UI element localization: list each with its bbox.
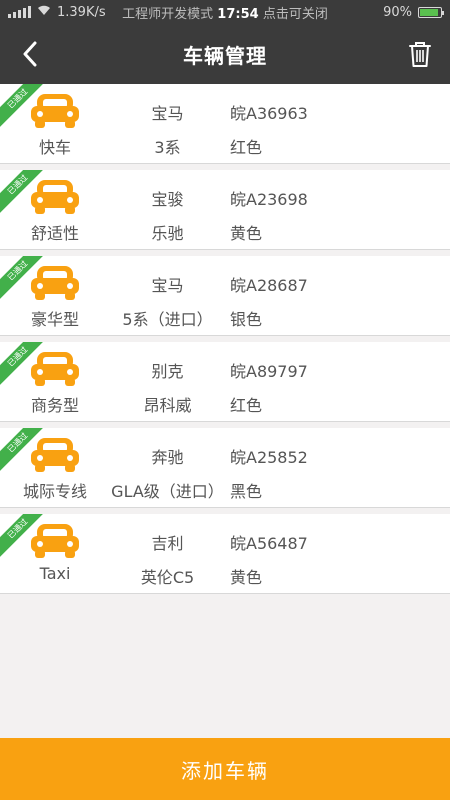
vehicle-plate: 皖A25852 [230,448,308,467]
chevron-left-icon [23,41,37,67]
vehicle-type: 快车 [38,138,71,157]
vehicle-model: 3系 [154,138,181,157]
vehicle-list: 已通过 快车 宝马 3系 皖A36963 红色 已通过 舒适性 宝骏 乐驰 皖A… [0,84,450,600]
close-hint[interactable]: 点击可关闭 [263,7,328,22]
vehicle-brand: 奔驰 [151,448,184,467]
vehicle-brand: 宝马 [151,276,184,295]
vehicle-plate: 皖A89797 [230,362,308,381]
car-icon [31,352,79,386]
battery-icon [418,6,444,18]
vehicle-model: 乐驰 [151,224,184,243]
vehicle-brand: 宝马 [151,104,184,123]
status-bar: 1.39K/s 工程师开发模式 17:54 点击可关闭 90% [0,0,450,24]
vehicle-type: 舒适性 [30,224,79,243]
vehicle-card[interactable]: 已通过 豪华型 宝马 5系（进口） 皖A28687 银色 [0,256,450,336]
add-vehicle-button[interactable]: 添加车辆 [0,738,450,800]
vehicle-color: 黄色 [230,568,263,587]
vehicle-card[interactable]: 已通过 城际专线 奔驰 GLA级（进口） 皖A25852 黑色 [0,428,450,508]
vehicle-model: 5系（进口） [122,310,213,329]
vehicle-model: 英伦C5 [140,568,195,587]
vehicle-plate: 皖A36963 [230,104,308,123]
nav-bar: 车辆管理 [0,24,450,84]
vehicle-color: 黄色 [230,224,263,243]
car-icon [31,438,79,472]
battery-percent: 90% [383,4,412,20]
vehicle-model: GLA级（进口） [111,482,224,501]
back-button[interactable] [14,38,46,70]
vehicle-plate: 皖A56487 [230,534,308,553]
vehicle-brand: 别克 [151,362,184,381]
vehicle-color: 银色 [230,310,263,329]
car-icon [31,180,79,214]
vehicle-color: 红色 [230,396,263,415]
page-title: 车辆管理 [183,43,267,68]
trash-icon [409,42,431,67]
vehicle-type: 城际专线 [22,482,87,501]
vehicle-brand: 宝骏 [151,190,184,209]
vehicle-card[interactable]: 已通过 Taxi 吉利 英伦C5 皖A56487 黄色 [0,514,450,594]
delete-button[interactable] [402,36,438,72]
status-time: 17:54 [217,6,259,22]
signal-icon [8,6,31,18]
vehicle-card[interactable]: 已通过 快车 宝马 3系 皖A36963 红色 [0,84,450,164]
vehicle-model: 昂科威 [143,396,192,415]
network-speed: 1.39K/s [57,4,106,20]
vehicle-color: 红色 [230,138,263,157]
car-icon [31,94,79,128]
wifi-icon [37,5,51,20]
vehicle-plate: 皖A28687 [230,276,308,295]
car-icon [31,524,79,558]
vehicle-brand: 吉利 [151,534,184,553]
vehicle-card[interactable]: 已通过 商务型 别克 昂科威 皖A89797 红色 [0,342,450,422]
dev-mode-notice: 工程师开发模式 [122,6,214,22]
vehicle-type: 商务型 [30,396,79,415]
vehicle-color: 黑色 [230,482,263,501]
vehicle-card[interactable]: 已通过 舒适性 宝骏 乐驰 皖A23698 黄色 [0,170,450,250]
car-icon [31,266,79,300]
vehicle-plate: 皖A23698 [230,190,308,209]
vehicle-type: Taxi [39,564,71,583]
vehicle-type: 豪华型 [30,310,79,329]
